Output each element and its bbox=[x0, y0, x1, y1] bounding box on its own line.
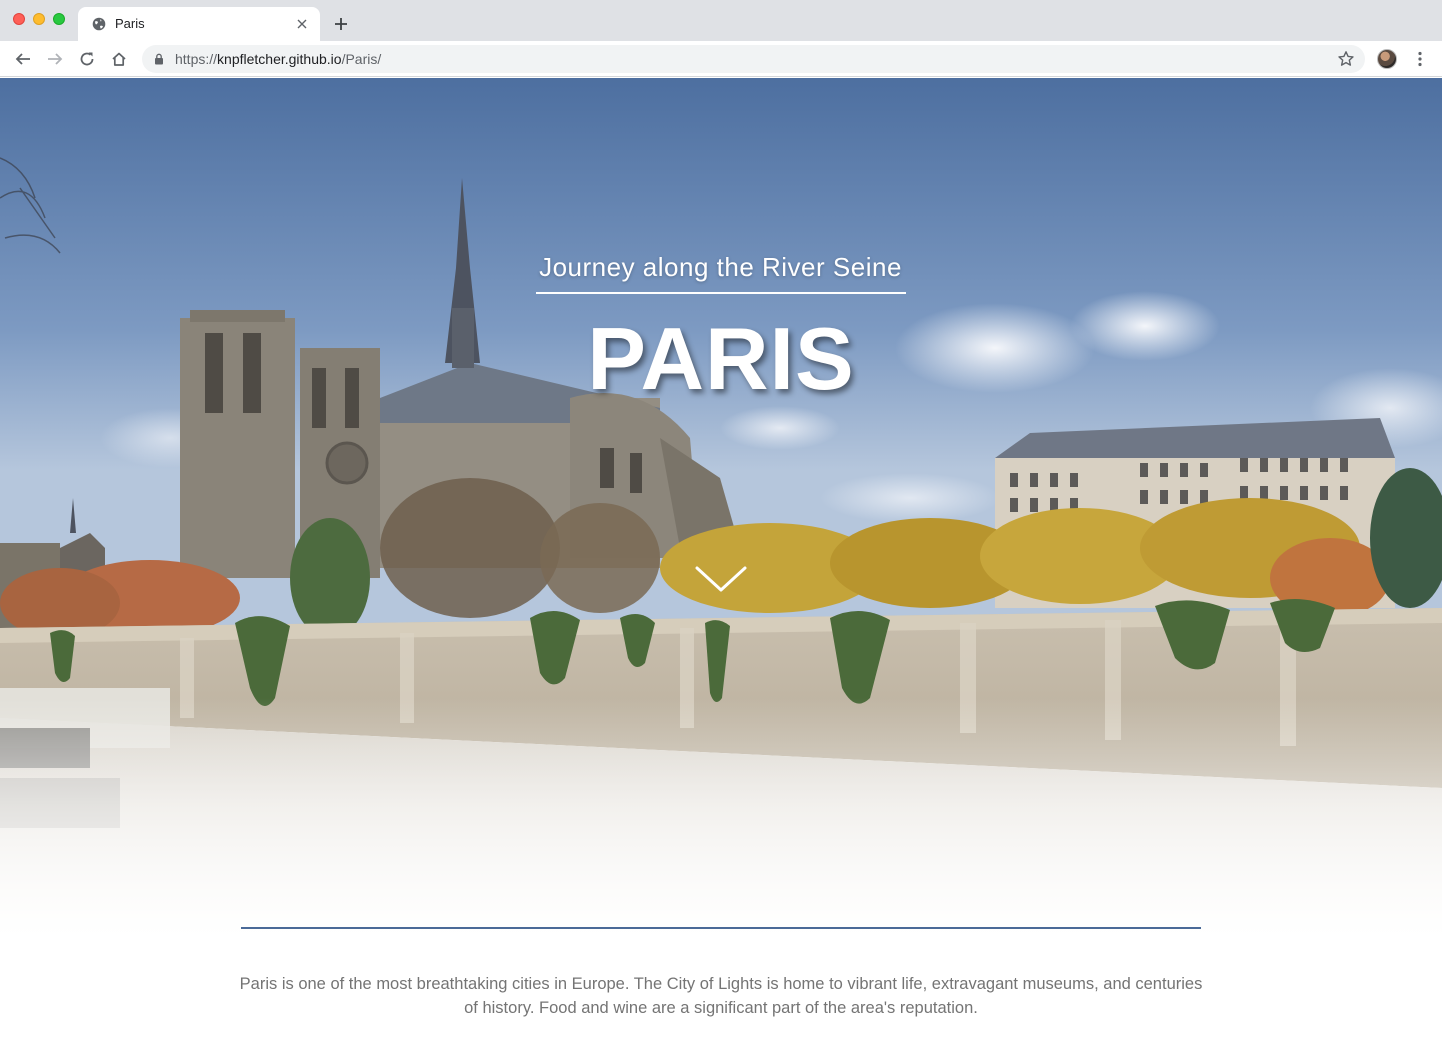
hero-subtitle: Journey along the River Seine bbox=[539, 252, 902, 282]
menu-icon bbox=[1418, 51, 1422, 67]
reload-button[interactable] bbox=[77, 49, 97, 69]
back-button[interactable] bbox=[13, 49, 33, 69]
lock-icon bbox=[155, 53, 163, 65]
intro-paragraph: Paris is one of the most breathtaking ci… bbox=[239, 975, 1203, 1017]
hero-fade-overlay bbox=[0, 698, 1442, 938]
close-tab-button[interactable] bbox=[294, 16, 310, 32]
url-text: https://knpfletcher.github.io/Paris/ bbox=[175, 51, 381, 67]
minimize-window-button[interactable] bbox=[33, 13, 45, 25]
close-window-button[interactable] bbox=[13, 13, 25, 25]
hero-subtitle-underline bbox=[536, 292, 906, 294]
url-scheme: https:// bbox=[175, 51, 218, 67]
forward-icon bbox=[48, 53, 63, 65]
new-tab-icon bbox=[335, 18, 347, 30]
back-icon bbox=[15, 53, 30, 65]
hero-title: PARIS bbox=[587, 309, 855, 408]
star-icon[interactable] bbox=[1337, 50, 1355, 68]
browser-tab[interactable]: Paris bbox=[78, 7, 320, 41]
hero-section: Journey along the River Seine PARIS bbox=[0, 78, 1442, 938]
new-tab-button[interactable] bbox=[331, 14, 351, 34]
browser-window: Paris https://knpfletcher.github.io/Pari… bbox=[0, 0, 1442, 1057]
home-icon bbox=[112, 52, 126, 66]
avatar[interactable] bbox=[1377, 49, 1397, 69]
page-viewport: Journey along the River Seine PARIS Pari… bbox=[0, 78, 1442, 1057]
reload-icon bbox=[80, 52, 94, 66]
tab-title: Paris bbox=[115, 16, 145, 31]
title-bar: Paris bbox=[0, 0, 1442, 41]
chevron-down-icon bbox=[695, 566, 747, 592]
close-icon bbox=[297, 19, 307, 29]
url-host: knpfletcher.github.io bbox=[217, 51, 342, 67]
browser-toolbar: https://knpfletcher.github.io/Paris/ bbox=[0, 41, 1442, 77]
scroll-down-button[interactable] bbox=[693, 562, 749, 596]
section-divider bbox=[241, 927, 1201, 929]
address-bar[interactable]: https://knpfletcher.github.io/Paris/ bbox=[142, 45, 1365, 73]
browser-menu-button[interactable] bbox=[1410, 49, 1430, 69]
zoom-window-button[interactable] bbox=[53, 13, 65, 25]
url-path: /Paris/ bbox=[341, 51, 382, 67]
forward-button[interactable] bbox=[45, 49, 65, 69]
globe-icon bbox=[92, 17, 106, 31]
home-button[interactable] bbox=[109, 49, 129, 69]
